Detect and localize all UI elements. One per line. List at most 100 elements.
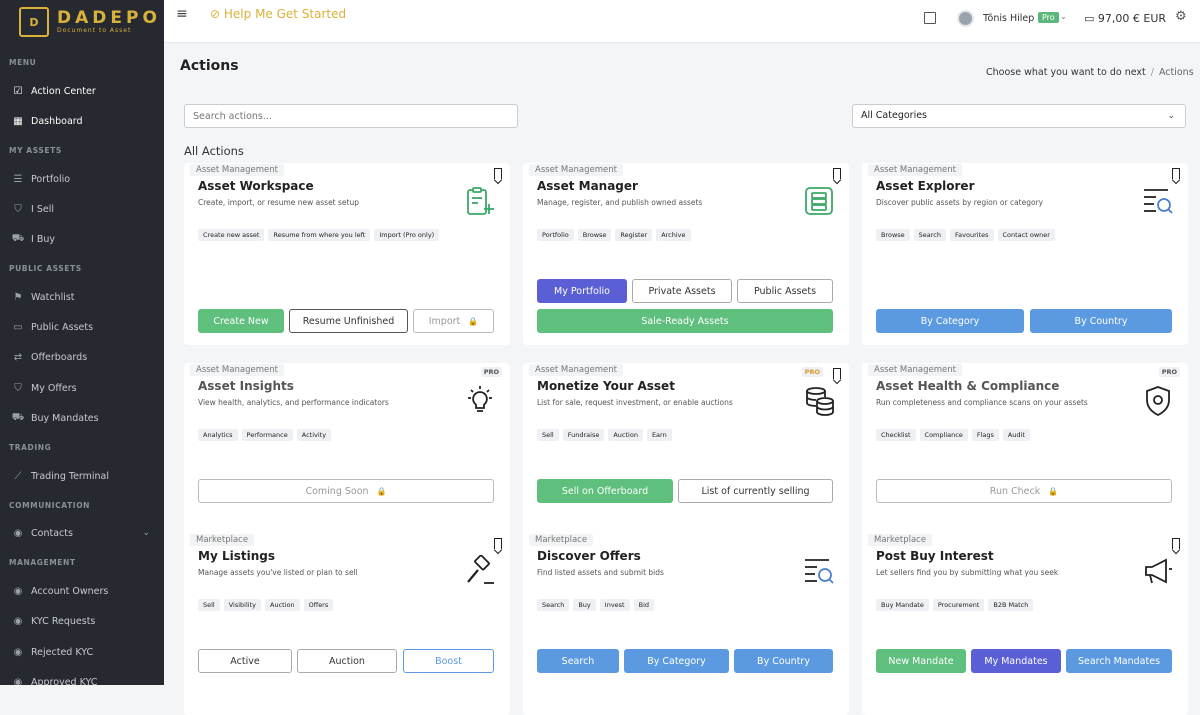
help-link[interactable]: ⊘ Help Me Get Started: [210, 7, 346, 21]
sidebar-item-label: Contacts: [31, 527, 73, 539]
breadcrumb-current: Actions: [1158, 67, 1194, 78]
by-country-button[interactable]: By Country: [734, 649, 833, 673]
create-new-button[interactable]: Create New: [198, 309, 284, 333]
tag: Invest: [599, 599, 630, 611]
sidebar-item-buy-mandates[interactable]: ⛟ Buy Mandates: [0, 406, 164, 430]
card-title: Asset Manager: [537, 179, 638, 193]
search-button[interactable]: Search: [537, 649, 619, 673]
category-select[interactable]: All Categories ⌄: [852, 104, 1186, 128]
sidebar-item-dashboard[interactable]: ▦ Dashboard: [0, 109, 164, 133]
bookmark-icon[interactable]: [1172, 168, 1180, 179]
user-circle-icon: ◉: [13, 676, 23, 686]
run-check-label: Run Check: [989, 485, 1041, 497]
user-name[interactable]: Tõnis Hilep: [983, 13, 1034, 24]
coming-soon-button[interactable]: Coming Soon 🔒: [198, 479, 494, 503]
by-country-button[interactable]: By Country: [1030, 309, 1172, 333]
tag: Browse: [577, 229, 612, 241]
tag: Auction: [265, 599, 300, 611]
sell-on-offerboard-button[interactable]: Sell on Offerboard: [537, 479, 673, 503]
boost-button[interactable]: Boost: [403, 649, 494, 673]
tag: Analytics: [198, 429, 238, 441]
bookmark-icon[interactable]: [833, 368, 841, 379]
chevron-down-icon[interactable]: ⌄: [1060, 12, 1067, 21]
bookmark-icon[interactable]: [833, 168, 841, 179]
my-mandates-button[interactable]: My Mandates: [971, 649, 1061, 673]
user-circle-icon: ◉: [13, 527, 23, 539]
tag: Resume from where you left: [268, 229, 371, 241]
card-description: Find listed assets and submit bids: [537, 568, 664, 577]
sidebar-item-watchlist[interactable]: ⚑ Watchlist: [0, 285, 164, 309]
currently-selling-button[interactable]: List of currently selling: [678, 479, 833, 503]
avatar[interactable]: [957, 10, 974, 27]
card-post-buy-interest: Marketplace Post Buy Interest Let seller…: [862, 533, 1188, 715]
sidebar-item-i-sell[interactable]: ⛉ I Sell: [0, 197, 164, 221]
lock-icon: 🔒: [1048, 486, 1059, 496]
by-category-button[interactable]: By Category: [624, 649, 729, 673]
clipboard-add-icon: [467, 187, 494, 215]
tag: Visibility: [223, 599, 261, 611]
brand-logo[interactable]: D DADEPO Document to Asset: [0, 0, 164, 44]
tag-list: Checklist Compliance Flags Audit: [876, 429, 1030, 441]
sidebar-item-label: Dashboard: [31, 115, 83, 127]
list-search-icon: [1144, 189, 1173, 214]
card-description: Discover public assets by region or cate…: [876, 198, 1044, 207]
card-description: Run completeness and compliance scans on…: [876, 398, 1088, 407]
tag: Search: [537, 599, 570, 611]
bookmark-icon[interactable]: [494, 538, 502, 549]
auction-button[interactable]: Auction: [297, 649, 397, 673]
sidebar-item-label: Public Assets: [31, 321, 94, 333]
sidebar-item-trading-terminal[interactable]: ⟋ Trading Terminal: [0, 464, 164, 488]
gear-icon[interactable]: ⚙: [1175, 9, 1187, 24]
sidebar-item-label: I Sell: [31, 203, 54, 215]
menu-icon[interactable]: ≡: [176, 6, 188, 22]
sidebar-item-rejected-kyc[interactable]: ◉ Rejected KYC: [0, 640, 164, 664]
bookmark-icon[interactable]: [1172, 538, 1180, 549]
section-my-assets: MY ASSETS: [9, 146, 62, 155]
tag: Sell: [198, 599, 220, 611]
import-button[interactable]: Import 🔒: [413, 309, 494, 333]
sidebar-item-portfolio[interactable]: ☰ Portfolio: [0, 167, 164, 191]
sidebar-item-i-buy[interactable]: ⛟ I Buy: [0, 227, 164, 251]
new-mandate-button[interactable]: New Mandate: [876, 649, 966, 673]
card-title: Asset Workspace: [198, 179, 314, 193]
card-asset-manager: Asset Management Asset Manager Manage, r…: [523, 163, 849, 345]
sidebar-item-action-center[interactable]: ☑ Action Center: [0, 79, 164, 103]
breadcrumb-root[interactable]: Choose what you want to do next: [986, 67, 1146, 78]
active-button[interactable]: Active: [198, 649, 292, 673]
tag: Flags: [971, 429, 999, 441]
run-check-button[interactable]: Run Check 🔒: [876, 479, 1172, 503]
private-assets-button[interactable]: Private Assets: [632, 279, 732, 303]
my-portfolio-button[interactable]: My Portfolio: [537, 279, 627, 303]
card-description: Let sellers find you by submitting what …: [876, 568, 1059, 577]
sidebar-item-my-offers[interactable]: ⛉ My Offers: [0, 376, 164, 400]
brand-tagline: Document to Asset: [57, 27, 132, 34]
card-category: Asset Management: [190, 164, 284, 176]
user-circle-icon: ◉: [13, 646, 23, 658]
sidebar-item-approved-kyc[interactable]: ◉ Approved KYC: [0, 670, 164, 686]
by-category-button[interactable]: By Category: [876, 309, 1024, 333]
card-category: Asset Management: [868, 364, 962, 376]
card-category: Asset Management: [529, 364, 623, 376]
public-assets-button[interactable]: Public Assets: [737, 279, 833, 303]
search-mandates-button[interactable]: Search Mandates: [1066, 649, 1172, 673]
search-input[interactable]: [184, 104, 518, 128]
card-description: Manage assets you've listed or plan to s…: [198, 568, 358, 577]
sidebar-item-offerboards[interactable]: ⇄ Offerboards: [0, 345, 164, 369]
sidebar-item-kyc-requests[interactable]: ◉ KYC Requests: [0, 609, 164, 633]
bookmark-icon[interactable]: [494, 168, 502, 179]
shield-check-icon: ⛉: [14, 382, 22, 394]
resume-unfinished-button[interactable]: Resume Unfinished: [289, 309, 408, 333]
list-icon: ☰: [13, 173, 23, 185]
card-category: Asset Management: [190, 364, 284, 376]
sidebar-item-contacts[interactable]: ◉ Contacts ⌄: [0, 521, 164, 545]
sale-ready-assets-button[interactable]: Sale-Ready Assets: [537, 309, 833, 333]
grid-icon: ▦: [13, 115, 23, 127]
wallet-balance[interactable]: ▭ 97,00 € EUR: [1084, 12, 1166, 25]
sidebar-item-public-assets[interactable]: ▭ Public Assets: [0, 315, 164, 339]
sidebar-item-account-owners[interactable]: ◉ Account Owners: [0, 579, 164, 603]
balance-value: 97,00 € EUR: [1097, 12, 1167, 25]
tag: Procurement: [932, 599, 985, 611]
fullscreen-icon[interactable]: [924, 12, 936, 24]
tag-list: Buy Mandate Procurement B2B Match: [876, 599, 1034, 611]
checklist-icon: ☑: [13, 85, 23, 97]
